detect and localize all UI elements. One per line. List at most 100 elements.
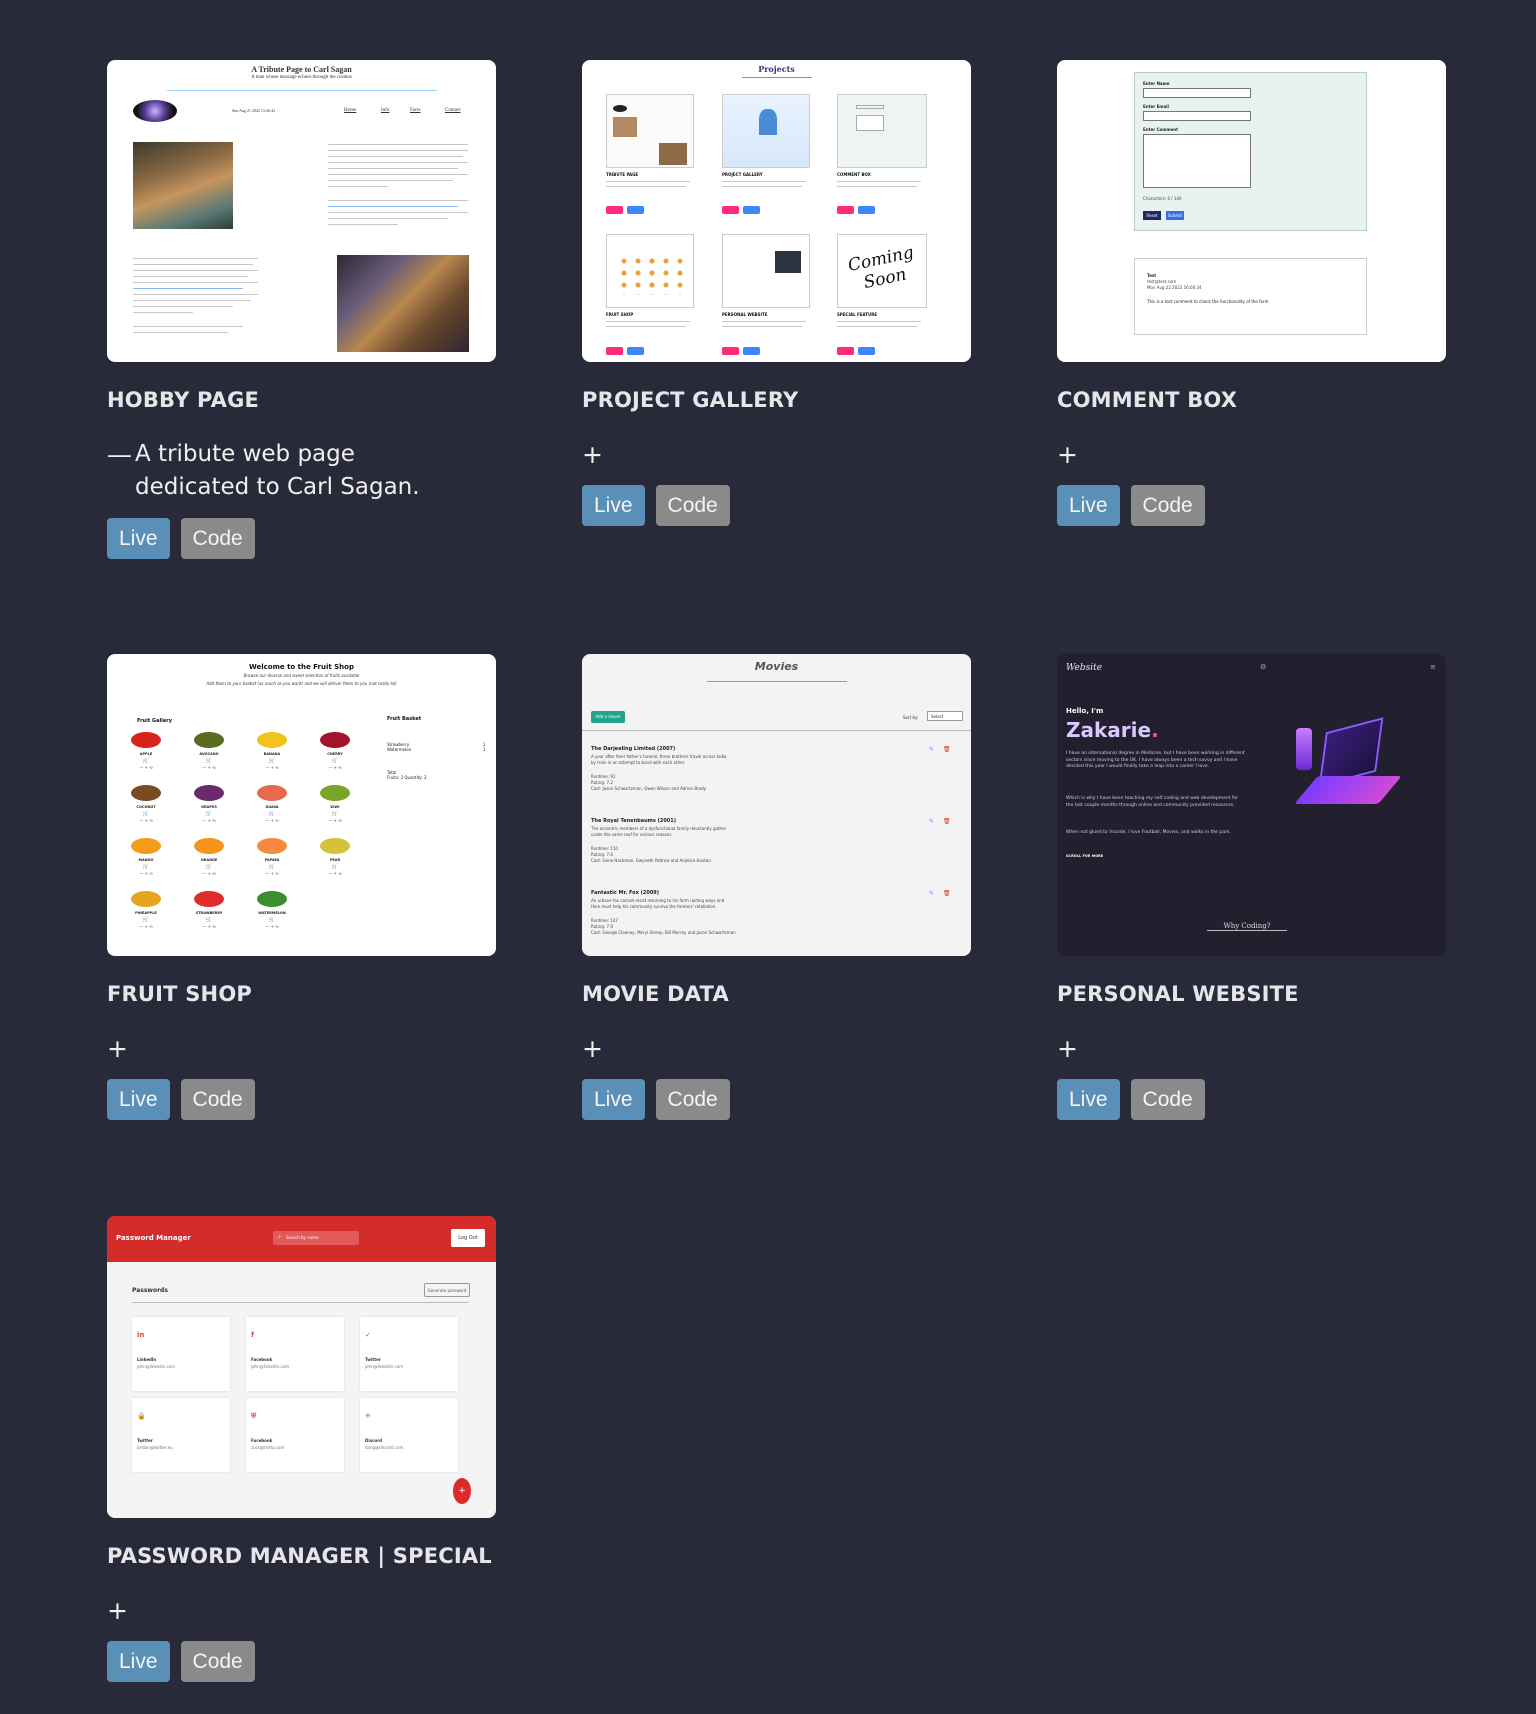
quantity-stepper: — + ⟲ [202,818,216,823]
fruit-gallery-label: Fruit Gallery [137,718,172,724]
expand-icon[interactable]: + [1057,438,1085,471]
thumb-date: Sun Aug 21 2022 13:46:42 [232,108,276,113]
live-button[interactable]: Live [107,1079,170,1120]
fruit-item: MANGO 🛒 — + ⟲ [123,838,169,888]
fruit-icon [320,785,350,801]
add-movie-button: Add a movie [591,711,625,723]
gallery-thumb-5 [722,234,810,308]
service-name: Facebook [251,1357,273,1362]
expand-icon[interactable]: + [582,1032,610,1065]
project-screenshot[interactable]: A Tribute Page to Carl Sagan A man whose… [107,60,496,362]
gallery-label-3: COMMENT BOX [837,172,871,177]
code-button[interactable]: Code [180,1079,255,1120]
fruit-item: COCONUT 🛒 — + ⟲ [123,785,169,835]
fruit-name: CHERRY [327,752,343,756]
description-toggle[interactable]: + [107,1594,496,1627]
service-name: LinkedIn [137,1357,157,1362]
expand-icon[interactable]: + [1057,1032,1085,1065]
project-screenshot[interactable]: Password Manager ⌕ Search by name Log Ou… [107,1216,496,1518]
code-button[interactable]: Code [1130,485,1205,526]
basket-icon: 🛒 [331,758,339,764]
description-toggle[interactable]: + [1057,1032,1446,1065]
comment-display: Test test@test.com Mon Aug 22 2022 16:00… [1134,258,1367,335]
thumb-heading: Welcome to the Fruit Shop [249,663,354,671]
code-button[interactable]: Code [180,1641,255,1682]
thumb-nav-facts: Facts [410,108,421,113]
description-toggle[interactable]: + [582,1032,971,1065]
project-screenshot[interactable]: Movies Add a movie Sort by: Select The D… [582,654,971,956]
description-toggle[interactable]: + [1057,438,1446,471]
pm-header: Password Manager ⌕ Search by name Log Ou… [107,1216,496,1262]
project-title: MOVIE DATA [582,982,729,1006]
live-button[interactable]: Live [107,1641,170,1682]
project-screenshot[interactable]: Website ⚙ ≡ Hello, I'm Zakarie. I have a… [1057,654,1446,956]
project-screenshot[interactable]: Enter Name Enter Email Enter Comment Cha… [1057,60,1446,362]
code-button[interactable]: Code [655,1079,730,1120]
project-card-comment-box: Enter Name Enter Email Enter Comment Cha… [1057,60,1446,526]
code-button[interactable]: Code [1130,1079,1205,1120]
galaxy-logo [133,100,177,122]
fruit-name: STRAWBERRY [195,911,223,915]
delete-icon: 🗑 [943,746,951,753]
fruit-icon [257,838,287,854]
fruit-basket-label: Fruit Basket [387,716,422,722]
project-screenshot[interactable]: Welcome to the Fruit Shop Browse our div… [107,654,496,956]
collapse-icon[interactable]: — [107,438,135,471]
project-title: PROJECT GALLERY [582,388,799,412]
fruit-name: GRAPES [201,805,217,809]
basket-icon: 🛒 [205,811,213,817]
quantity-stepper: — + ⟲ [139,871,153,876]
fruit-name: KIWI [330,805,340,809]
fruit-icon [194,891,224,907]
fruit-name: PAPAYA [264,858,280,862]
project-card-personal-website: Website ⚙ ≡ Hello, I'm Zakarie. I have a… [1057,654,1446,1120]
basket-icon: 🛒 [142,758,150,764]
basket-icon: 🛒 [268,864,276,870]
quantity-stepper: — + ⟲ [265,818,279,823]
project-actions: Live Code [1057,485,1446,526]
project-card-fruit-shop: Welcome to the Fruit Shop Browse our div… [107,654,496,1120]
password-card: 🔒 Twitter jordan@twitter.eu [132,1398,230,1472]
description-toggle[interactable]: + [107,1032,496,1065]
live-button[interactable]: Live [107,518,170,559]
expand-icon[interactable]: + [107,1594,135,1627]
basket-icon: 🛒 [268,758,276,764]
live-button[interactable]: Live [582,485,645,526]
fruit-icon [131,785,161,801]
basket-icon: 🛒 [331,864,339,870]
fruit-icon [194,838,224,854]
expand-icon[interactable]: + [107,1032,135,1065]
service-email: zuck@meta.com [251,1445,285,1450]
basket-icon: 🛒 [142,811,150,817]
expand-icon[interactable]: + [582,438,610,471]
fruit-name: WATERMELON [258,911,286,915]
edit-icon: ✎ [929,818,935,825]
description-toggle[interactable]: — A tribute web page dedicated to Carl S… [107,438,496,504]
pm-brand: Password Manager [116,1234,191,1242]
thumb-heading: Movies [754,660,799,673]
quantity-stepper: — + ⟲ [265,924,279,929]
project-screenshot[interactable]: Projects TRIBUTE PAGE PROJECT GALLERY CO… [582,60,971,362]
description-toggle[interactable]: + [582,438,971,471]
project-card-password-manager: Password Manager ⌕ Search by name Log Ou… [107,1216,496,1682]
fruit-name: ORANGE [200,858,218,862]
gallery-thumb-2 [722,94,810,168]
quantity-stepper: — + ⟲ [202,871,216,876]
fruit-item: CHERRY 🛒 — + ⟲ [312,732,358,782]
fruit-name: PINEAPPLE [135,911,157,915]
fruit-icon [131,891,161,907]
fruit-icon [320,838,350,854]
live-button[interactable]: Live [1057,485,1120,526]
project-actions: Live Code [107,1079,496,1120]
fruit-name: APPLE [139,752,153,756]
live-button[interactable]: Live [582,1079,645,1120]
thumb-divider [167,90,437,91]
quantity-stepper: — + ⟲ [265,871,279,876]
quantity-stepper: — + ⟲ [265,765,279,770]
code-button[interactable]: Code [180,518,255,559]
linkedin-icon: in [137,1331,145,1339]
lock-icon: 🔒 [137,1412,146,1420]
live-button[interactable]: Live [1057,1079,1120,1120]
code-button[interactable]: Code [655,485,730,526]
service-name: Discord [365,1438,383,1443]
